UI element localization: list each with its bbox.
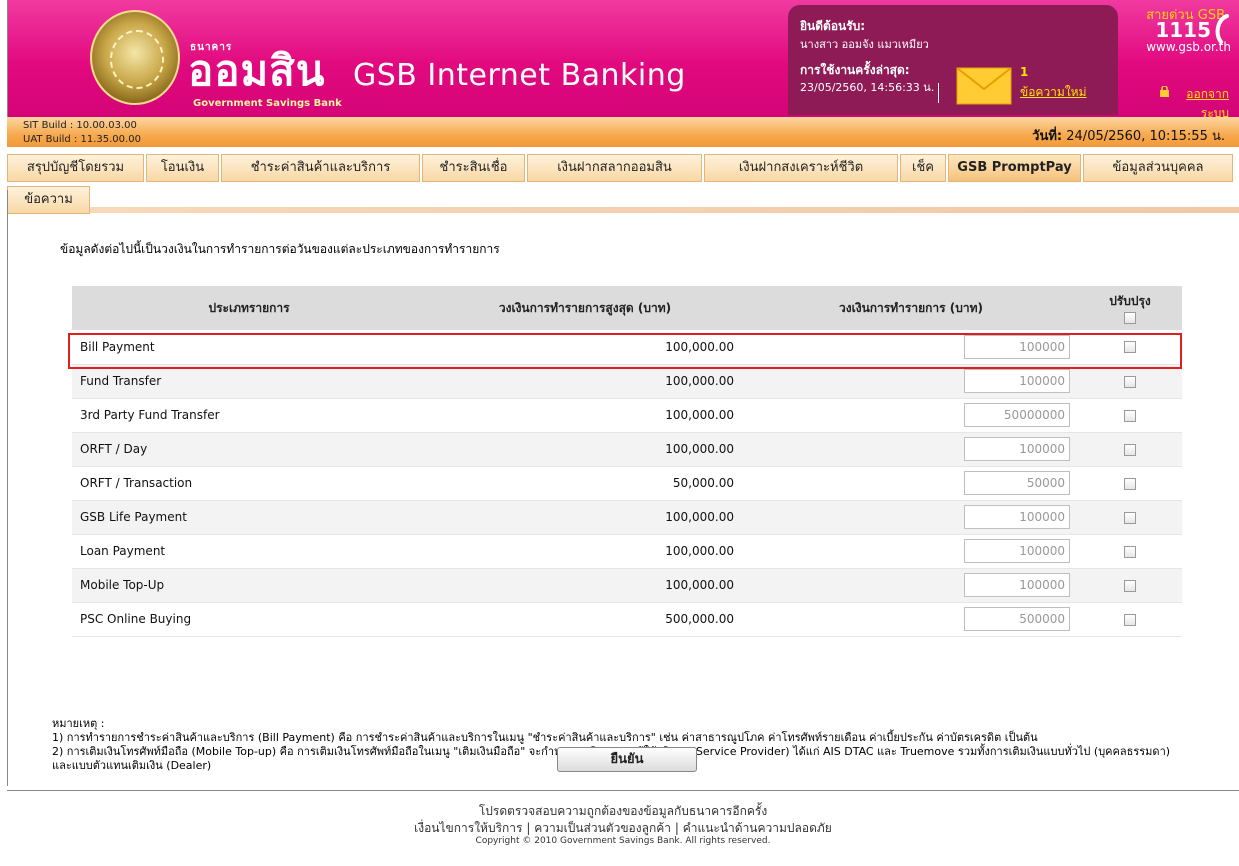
limit-input[interactable] [964,403,1070,427]
table-row: Mobile Top-Up 100,000.00 [72,568,1182,603]
update-checkbox[interactable] [1124,579,1136,592]
tab-bill-payment[interactable]: ชำระค่าสินค้าและบริการ [221,154,420,182]
uat-build: UAT Build : 11.35.00.00 [23,134,141,145]
update-checkbox[interactable] [1124,375,1136,388]
current-date: วันที่: 24/05/2560, 10:15:55 น. [1032,125,1225,146]
table-row: 3rd Party Fund Transfer 100,000.00 [72,398,1182,433]
column-header-current: วงเงินการทำรายการ (บาท) [744,286,1078,330]
limit-input[interactable] [964,369,1070,393]
website-url: www.gsb.or.th [1146,40,1231,54]
build-info-bar: SIT Build : 10.00.03.00 UAT Build : 11.3… [7,117,1239,147]
hotline-number: 1115 [1155,18,1211,42]
envelope-icon[interactable] [956,67,1012,105]
table-row: ORFT / Day 100,000.00 [72,432,1182,467]
bank-english-name: Government Savings Bank [193,98,342,109]
row-max-limit: 100,000.00 [426,534,744,569]
welcome-panel: ยินดีต้อนรับ: นางสาว ออมจัง แมวเหมียว กา… [788,5,1118,115]
tab-cheque[interactable]: เช็ค [900,154,946,182]
update-checkbox[interactable] [1124,613,1136,626]
privacy-link[interactable]: ความเป็นส่วนตัวของลูกค้า [534,821,671,835]
update-checkbox[interactable] [1124,409,1136,422]
table-row: Fund Transfer 100,000.00 [72,364,1182,399]
lock-icon [1160,86,1169,97]
build-info: SIT Build : 10.00.03.00 UAT Build : 11.3… [23,119,141,147]
row-max-limit: 100,000.00 [426,398,744,433]
tab-account-summary[interactable]: สรุปบัญชีโดยรวม [7,154,144,182]
row-type: Mobile Top-Up [72,568,426,603]
header-banner: ธนาคาร ออมสิน Government Savings Bank GS… [7,0,1239,120]
row-max-limit: 100,000.00 [426,500,744,535]
table-row: Loan Payment 100,000.00 [72,534,1182,569]
row-max-limit: 50,000.00 [426,466,744,501]
row-type: GSB Life Payment [72,500,426,535]
column-header-max: วงเงินการทำรายการสูงสุด (บาท) [426,286,744,330]
limit-input[interactable] [964,505,1070,529]
tab-loan-payment[interactable]: ชำระสินเชื่อ [422,154,525,182]
app-title: GSB Internet Banking [353,58,686,93]
notes-title: หมายเหตุ : [52,717,105,730]
row-max-limit: 100,000.00 [426,364,744,399]
row-type: PSC Online Buying [72,602,426,637]
terms-link[interactable]: เงื่อนไขการให้บริการ [414,821,522,835]
column-header-type: ประเภทรายการ [72,286,426,330]
user-name: นางสาว ออมจัง แมวเหมียว [800,38,929,51]
table-row: PSC Online Buying 500,000.00 [72,602,1182,637]
row-max-limit: 100,000.00 [426,432,744,467]
row-type: 3rd Party Fund Transfer [72,398,426,433]
limit-input[interactable] [964,437,1070,461]
limit-input[interactable] [964,607,1070,631]
divider [938,83,939,103]
limit-input[interactable] [964,471,1070,495]
update-checkbox[interactable] [1124,443,1136,456]
table-row: ORFT / Transaction 50,000.00 [72,466,1182,501]
footer-separator: | [674,821,679,835]
row-max-limit: 500,000.00 [426,602,744,637]
confirm-button[interactable]: ยืนยัน [557,747,697,772]
bill-payment-highlight-box [68,333,1182,369]
tab-promptpay[interactable]: GSB PromptPay [948,154,1081,182]
select-all-checkbox[interactable] [1124,312,1136,324]
sit-build: SIT Build : 10.00.03.00 [23,120,137,131]
copyright: Copyright © 2010 Government Savings Bank… [475,836,771,846]
new-message-link[interactable]: ข้อความใหม่ [1020,83,1087,102]
security-link[interactable]: คำแนะนำด้านความปลอดภัย [683,821,832,835]
row-max-limit: 100,000.00 [426,568,744,603]
row-type: ORFT / Transaction [72,466,426,501]
bank-name: ออมสิน [188,46,326,95]
last-login-value: 23/05/2560, 14:56:33 น. [800,81,935,94]
tab-personal-info[interactable]: ข้อมูลส่วนบุคคล [1083,154,1233,182]
update-header-label: ปรับปรุง [1109,293,1151,308]
row-type: ORFT / Day [72,432,426,467]
welcome-title: ยินดีต้อนรับ: [800,19,866,33]
tab-life-deposit[interactable]: เงินฝากสงเคราะห์ชีวิต [704,154,898,182]
intro-text: ข้อมูลดังต่อไปนี้เป็นวงเงินในการทำรายการ… [60,242,500,256]
footer-divider [7,790,1239,791]
row-type: Loan Payment [72,534,426,569]
gsb-seal-logo [90,10,180,105]
note-1: 1) การทำรายการชำระค่าสินค้าและบริการ (Bi… [52,731,1038,744]
update-checkbox[interactable] [1124,545,1136,558]
table-row: GSB Life Payment 100,000.00 [72,500,1182,535]
limit-input[interactable] [964,539,1070,563]
new-message-count: 1 [1020,65,1029,79]
date-value: 24/05/2560, 10:15:55 น. [1066,129,1225,144]
row-type: Fund Transfer [72,364,426,399]
column-header-update: ปรับปรุง [1078,286,1182,330]
limit-input[interactable] [964,573,1070,597]
footer-separator: | [526,821,531,835]
date-label: วันที่: [1032,129,1063,144]
update-checkbox[interactable] [1124,511,1136,524]
update-checkbox[interactable] [1124,477,1136,490]
tab-lottery-deposit[interactable]: เงินฝากสลากออมสิน [527,154,702,182]
tab-transfer[interactable]: โอนเงิน [146,154,219,182]
